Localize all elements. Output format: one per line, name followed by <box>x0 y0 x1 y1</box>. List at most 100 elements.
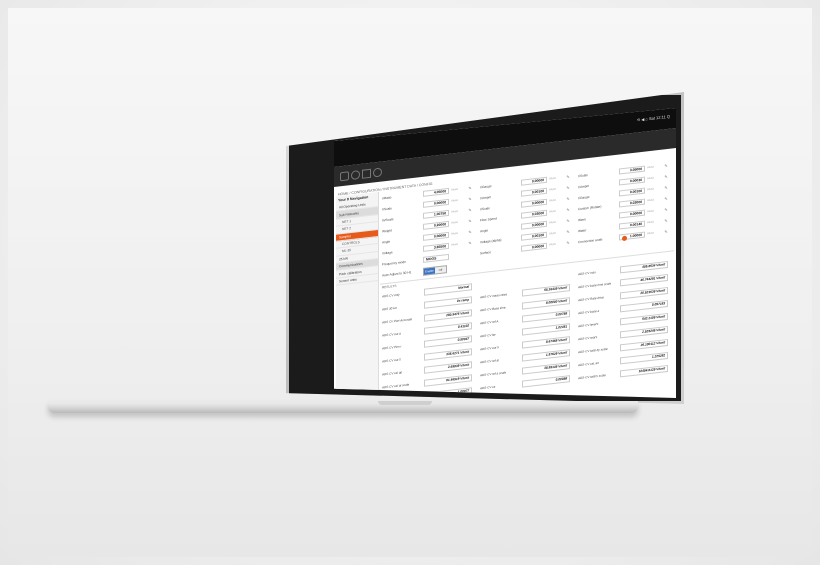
param-unit: V/unit <box>549 220 556 225</box>
result-label: ADS-CV mean rates <box>480 292 508 300</box>
result-label: ADS-CV real's <box>578 335 598 342</box>
param-unit: V/unit <box>451 198 458 203</box>
param-value[interactable]: 0.00100 <box>619 187 646 197</box>
upload-icon[interactable] <box>362 168 371 179</box>
edit-icon[interactable]: ✎ <box>468 196 471 201</box>
result-label: ADS-CV fer <box>480 332 496 339</box>
settings-icon[interactable] <box>351 170 360 181</box>
result-value: 0.41102 <box>424 321 473 335</box>
result-label: ADS-CV total by scale <box>578 346 608 355</box>
edit-icon[interactable]: ✎ <box>566 196 569 201</box>
result-label: ADS-CV cal_en <box>578 360 600 368</box>
param-value[interactable]: 4.05000 <box>423 187 450 197</box>
result-value: 46.744291 V/unit <box>620 273 669 286</box>
param-unit: V/unit <box>451 231 458 236</box>
param-value[interactable]: 0.00000 <box>619 209 646 219</box>
edit-icon[interactable]: ✎ <box>468 229 471 234</box>
result-label: ADS-CV base time scale <box>578 281 612 290</box>
edit-icon[interactable]: ✎ <box>468 218 471 223</box>
result-value: 335.6271 V/unit <box>424 347 473 361</box>
param-label: Water <box>578 228 587 234</box>
result-label: ADS 30 Hz <box>382 305 397 312</box>
edit-icon[interactable]: ✎ <box>664 207 667 212</box>
edit-icon[interactable]: ✎ <box>468 207 471 212</box>
param-value[interactable]: 0.20000 <box>423 220 450 230</box>
app-ui: ⟲ ◀ ⌂ Sat 12:11 Q HOME / CONFIGURATION /… <box>334 108 676 398</box>
result-value: 1.225282 <box>620 351 669 364</box>
edit-icon[interactable]: ✎ <box>664 174 667 179</box>
sidebar: Your 8 Navigation All Operating Units Sub… <box>336 191 379 398</box>
edit-icon[interactable]: ✎ <box>566 240 569 245</box>
result-label: ADS-CV ref A <box>480 319 499 326</box>
os-status: ⟲ ◀ ⌂ Sat 12:11 Q <box>636 113 670 123</box>
param-unit: V/unit <box>647 209 654 214</box>
result-label: ADS-CV base a <box>578 308 600 316</box>
result-label: ADS-CV out a <box>382 331 401 338</box>
edit-icon[interactable]: ✎ <box>664 229 667 234</box>
param-unit: V/unit <box>549 198 556 203</box>
edit-icon[interactable]: ✎ <box>566 207 569 212</box>
result-value: 2.525245 V/unit <box>620 325 669 338</box>
param-label: r/Scale <box>382 206 392 212</box>
param-value[interactable]: 3.05000 <box>619 165 646 175</box>
edit-icon[interactable]: ✎ <box>566 229 569 234</box>
param-label: Wave <box>578 217 587 223</box>
param-label: Connection scale <box>578 237 603 245</box>
param-value[interactable]: 0.00100 <box>521 231 548 241</box>
auto-adjust-toggle[interactable]: Enable Off <box>423 265 447 276</box>
param-value[interactable]: 0.03000 <box>619 198 646 208</box>
result-label: ADS-CV ref a scale <box>480 370 507 378</box>
edit-icon[interactable]: ✎ <box>664 185 667 190</box>
laptop-hinge <box>48 401 638 403</box>
laptop-notch <box>378 401 432 405</box>
param-unit: V/unit <box>451 209 458 214</box>
param-label: Surface <box>480 250 491 256</box>
result-label: ADS-CV out 5 <box>480 345 499 352</box>
edit-icon[interactable]: ✎ <box>468 185 471 190</box>
param-value[interactable]: 0.00140 <box>619 220 646 230</box>
result-value: 0.00789 <box>522 309 571 323</box>
param-unit: V/unit <box>647 220 654 225</box>
param-label: r/Scale <box>480 206 490 212</box>
param-value[interactable]: 0.00000 <box>521 242 548 252</box>
param-value[interactable]: 1.00750 <box>423 209 450 219</box>
param-unit: V/unit <box>451 220 458 225</box>
param-value[interactable]: 0.00100 <box>521 187 548 197</box>
param-value[interactable]: 0.00000 <box>521 220 548 230</box>
param-value[interactable]: 0.00000 <box>521 198 548 208</box>
edit-icon[interactable]: ✎ <box>468 240 471 245</box>
param-label: r/Gauge <box>578 194 590 201</box>
edit-icon[interactable]: ✎ <box>566 218 569 223</box>
result-value: 1.57629 V/unit <box>522 348 571 362</box>
refresh-icon[interactable] <box>373 167 382 178</box>
param-value[interactable]: 3.65500 <box>423 242 450 252</box>
result-label: ADS-CV Pen r <box>382 344 402 351</box>
param-value[interactable]: 0.00000 <box>423 231 450 241</box>
result-value: 2.65839 V/unit <box>424 360 473 374</box>
param-unit: V/unit <box>451 242 458 247</box>
param-unit: V/unit <box>647 165 654 170</box>
edit-icon[interactable]: ✎ <box>664 163 667 168</box>
param-value[interactable]: 0.00000 <box>423 198 450 208</box>
param-value[interactable]: 0.00030 <box>619 176 646 186</box>
main-content: r/Ratio 4.05000 V/unit ✎ r/Scale 0.00000 V/uni… <box>380 158 674 398</box>
result-label: ADS-CV cal at scale <box>382 382 410 390</box>
edit-icon[interactable]: ✎ <box>664 196 667 201</box>
result-value: 10454.8129 V/unit <box>620 364 669 377</box>
result-value: 26.100112 V/unit <box>620 338 669 351</box>
result-label: ADS-CV out 5 <box>382 357 401 364</box>
param-label: In/Scale <box>382 217 394 223</box>
result-value: 20.523639 V/unit <box>620 286 669 299</box>
result-value: 405.8534 V/unit <box>620 260 669 273</box>
laptop-base <box>48 401 638 413</box>
result-label: ADS-CV level's <box>578 321 599 329</box>
param-value[interactable]: 0.03000 <box>521 209 548 219</box>
param-value[interactable]: 0.00000 <box>521 176 548 186</box>
edit-icon[interactable]: ✎ <box>566 185 569 190</box>
edit-icon[interactable]: ✎ <box>566 174 569 179</box>
param-unit: V/unit <box>549 187 556 192</box>
home-icon[interactable] <box>340 171 349 182</box>
param-unit: V/unit <box>647 198 654 203</box>
edit-icon[interactable]: ✎ <box>664 218 667 223</box>
frequency-select[interactable]: MOOS <box>423 253 449 263</box>
